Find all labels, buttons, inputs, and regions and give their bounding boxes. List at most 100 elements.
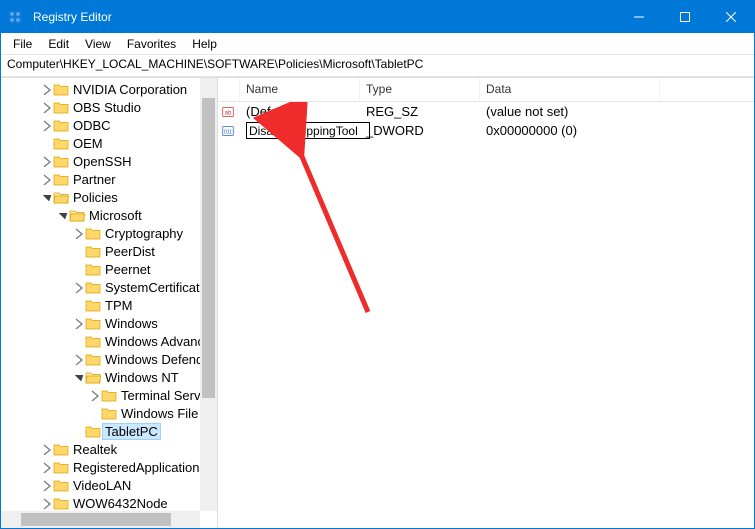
chevron-right-icon[interactable] [39, 496, 53, 510]
chevron-right-icon[interactable] [39, 82, 53, 96]
tree-node[interactable]: RegisteredApplications [1, 458, 217, 476]
tree-node[interactable]: Windows Defender [1, 350, 217, 368]
folder-icon [85, 424, 101, 438]
tree-node-label: SystemCertificates [105, 280, 211, 295]
tree-horiz-scrollbar[interactable] [1, 511, 200, 528]
tree-node[interactable]: Windows NT [1, 368, 217, 386]
tree-node[interactable]: OEM [1, 134, 217, 152]
menu-help[interactable]: Help [184, 35, 225, 53]
col-data[interactable]: Data [480, 78, 660, 101]
chevron-right-icon[interactable] [87, 388, 101, 402]
tree-node[interactable]: TabletPC [1, 422, 217, 440]
chevron-right-icon[interactable] [71, 280, 85, 294]
tree-node-label: OEM [73, 136, 103, 151]
tree-node-label: RegisteredApplications [73, 460, 206, 475]
menu-favorites[interactable]: Favorites [119, 35, 184, 53]
folder-icon [69, 208, 85, 222]
tree-node-label: Windows [105, 316, 158, 331]
list-body[interactable]: (Default)REG_SZ(value not set)_DWORD0x00… [218, 102, 754, 528]
chevron-right-icon[interactable] [39, 478, 53, 492]
chevron-down-icon[interactable] [39, 190, 53, 204]
chevron-right-icon[interactable] [39, 118, 53, 132]
values-pane: Name Type Data (Default)REG_SZ(value not… [218, 78, 754, 528]
menubar: FileEditViewFavoritesHelp [1, 33, 754, 55]
registry-editor-window: Registry Editor FileEditViewFavoritesHel… [0, 0, 755, 529]
tree-node[interactable]: Peernet [1, 260, 217, 278]
tree-node[interactable]: Windows File Protection [1, 404, 217, 422]
folder-icon [85, 244, 101, 258]
maximize-button[interactable] [662, 1, 708, 33]
chevron-right-icon[interactable] [39, 154, 53, 168]
tree-node[interactable]: OpenSSH [1, 152, 217, 170]
value-row[interactable]: _DWORD0x00000000 (0) [218, 121, 754, 140]
tree-node[interactable]: Partner [1, 170, 217, 188]
string-value-icon [218, 105, 240, 119]
tree-pane[interactable]: NVIDIA CorporationOBS Studio ODBC OEMOpenS… [1, 78, 218, 528]
dword-value-icon [218, 124, 240, 138]
tree-node[interactable]: WOW6432Node [1, 494, 217, 512]
tree-node[interactable]: NVIDIA Corporation [1, 80, 217, 98]
menu-file[interactable]: File [5, 35, 40, 53]
tree-node-label: ODBC [73, 118, 111, 133]
tree-node[interactable]: OBS Studio [1, 98, 217, 116]
chevron-down-icon[interactable] [71, 370, 85, 384]
tree-node[interactable]: Windows [1, 314, 217, 332]
folder-icon [85, 352, 101, 366]
tree-vert-scrollbar[interactable] [200, 78, 217, 511]
tree-node-label: Realtek [73, 442, 117, 457]
chevron-right-icon[interactable] [39, 172, 53, 186]
tree-node[interactable]: Cryptography [1, 224, 217, 242]
split-pane: NVIDIA CorporationOBS Studio ODBC OEMOpenS… [1, 77, 754, 528]
annotation-arrow [218, 102, 518, 362]
chevron-right-icon[interactable] [39, 442, 53, 456]
minimize-button[interactable] [616, 1, 662, 33]
tree-node[interactable]: Policies [1, 188, 217, 206]
value-name[interactable] [240, 122, 360, 139]
chevron-right-icon[interactable] [39, 100, 53, 114]
tree-node-label: Windows NT [105, 370, 179, 385]
tree-node-label: Policies [73, 190, 118, 205]
tree-node[interactable]: Windows Advanced Threat Protection [1, 332, 217, 350]
tree-node[interactable]: VideoLAN [1, 476, 217, 494]
titlebar: Registry Editor [1, 1, 754, 33]
menu-edit[interactable]: Edit [40, 35, 77, 53]
folder-icon [53, 442, 69, 456]
tree-node-label: Windows Advanced Threat Protection [105, 334, 211, 349]
folder-icon [85, 226, 101, 240]
chevron-down-icon[interactable] [55, 208, 69, 222]
tree-node[interactable]: TPM [1, 296, 217, 314]
address-bar[interactable]: Computer\HKEY_LOCAL_MACHINE\SOFTWARE\Pol… [1, 55, 754, 77]
menu-view[interactable]: View [77, 35, 119, 53]
col-name[interactable]: Name [240, 78, 360, 101]
window-title: Registry Editor [33, 10, 112, 24]
folder-icon [53, 190, 69, 204]
tree-node[interactable]: Terminal Services [1, 386, 217, 404]
folder-icon [101, 388, 117, 402]
tree-node[interactable]: PeerDist [1, 242, 217, 260]
folder-icon [53, 154, 69, 168]
tree-node-label: Microsoft [89, 208, 142, 223]
col-type[interactable]: Type [360, 78, 480, 101]
tree-node-label: Cryptography [105, 226, 183, 241]
app-icon [9, 9, 25, 25]
tree-node-label: Terminal Services [121, 388, 211, 403]
chevron-right-icon[interactable] [39, 460, 53, 474]
rename-input[interactable] [246, 122, 370, 139]
folder-icon [85, 262, 101, 276]
tree-node[interactable]: SystemCertificates [1, 278, 217, 296]
folder-icon [101, 406, 117, 420]
tree-node[interactable]: Realtek [1, 440, 217, 458]
value-row[interactable]: (Default)REG_SZ(value not set) [218, 102, 754, 121]
chevron-right-icon[interactable] [71, 316, 85, 330]
tree-node-label: Windows File Protection [121, 406, 211, 421]
chevron-right-icon[interactable] [71, 226, 85, 240]
close-button[interactable] [708, 1, 754, 33]
tree-node[interactable]: ODBC [1, 116, 217, 134]
tree-node-label: Windows Defender [105, 352, 211, 367]
tree-node-label: Partner [73, 172, 116, 187]
tree-node-label: TPM [105, 298, 132, 313]
list-header[interactable]: Name Type Data [218, 78, 754, 102]
value-data: (value not set) [480, 104, 660, 119]
chevron-right-icon[interactable] [71, 352, 85, 366]
tree-node[interactable]: Microsoft [1, 206, 217, 224]
